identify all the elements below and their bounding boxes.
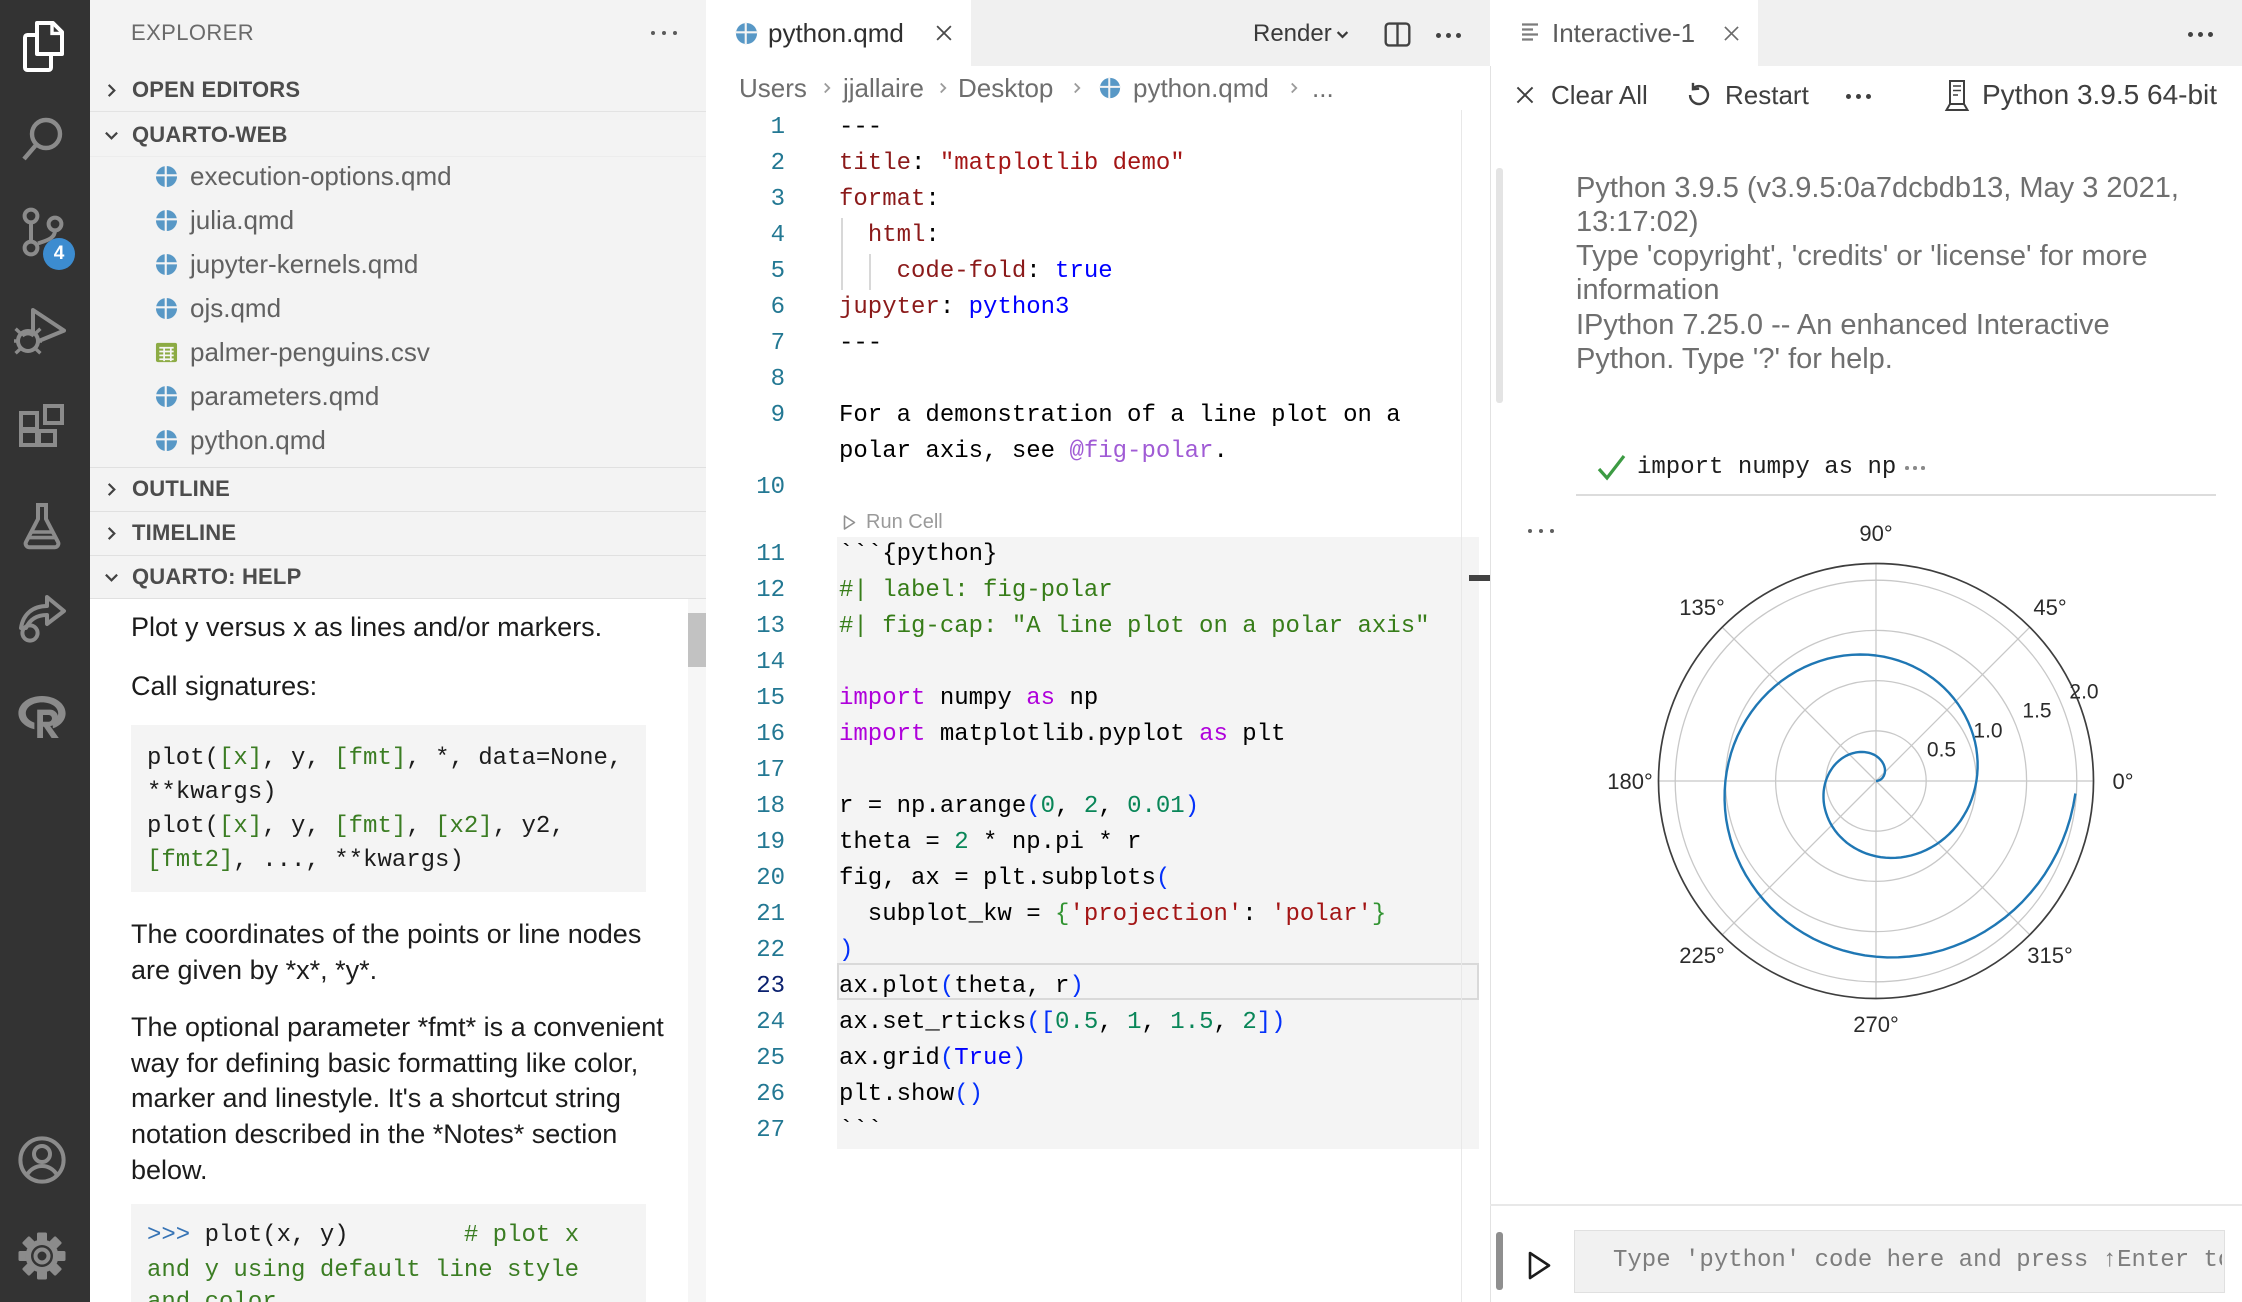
svg-text:180°: 180° [1607, 769, 1653, 794]
svg-text:270°: 270° [1853, 1012, 1899, 1037]
svg-text:2.0: 2.0 [2069, 681, 2098, 704]
svg-text:0.5: 0.5 [1927, 739, 1956, 762]
svg-text:315°: 315° [2027, 943, 2073, 968]
svg-text:225°: 225° [1679, 943, 1725, 968]
svg-text:45°: 45° [2033, 595, 2066, 620]
svg-text:1.5: 1.5 [2022, 700, 2051, 723]
svg-text:90°: 90° [1859, 521, 1892, 546]
svg-text:0°: 0° [2112, 769, 2133, 794]
svg-text:135°: 135° [1679, 595, 1725, 620]
svg-text:1.0: 1.0 [1973, 720, 2002, 743]
